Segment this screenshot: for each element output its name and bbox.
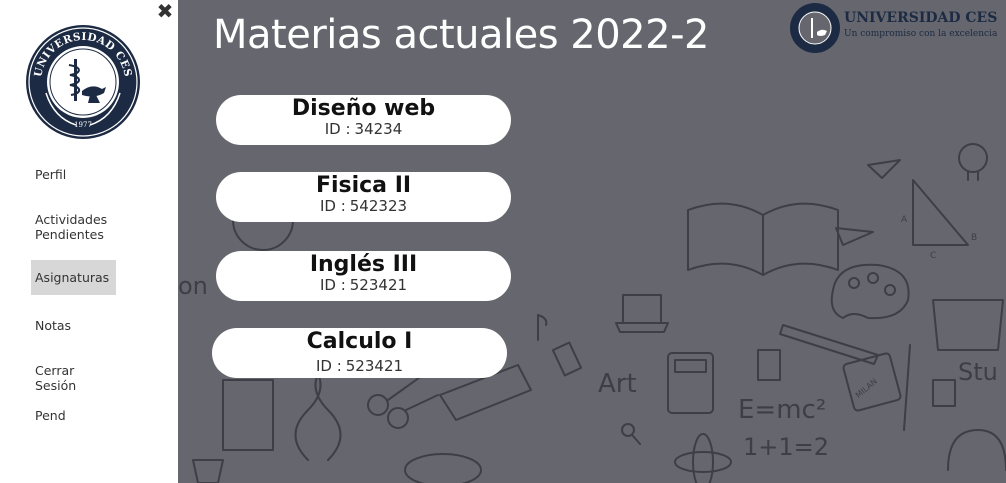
sidebar-item-notas[interactable]: Notas	[31, 315, 116, 336]
calculator-icon	[667, 352, 714, 414]
paintbrush-icon	[903, 344, 911, 431]
pencil-icon	[779, 324, 879, 365]
main-content: Art E=mc² 1+1=2 Stu on MILAN A B C Mater…	[178, 0, 1006, 483]
course-id: ID :34234	[216, 121, 511, 138]
school-doodles-background: Art E=mc² 1+1=2 Stu on MILAN A B C	[178, 143, 1006, 483]
doodle-math-text: 1+1=2	[743, 433, 829, 461]
sticky-note-icon	[932, 379, 956, 407]
doodle-formula-text: E=mc²	[738, 395, 826, 425]
book-icon	[687, 202, 839, 276]
music-note-icon	[537, 314, 548, 341]
course-card-calculo-i[interactable]: Calculo I ID :523421	[212, 328, 507, 378]
sharpener-icon	[551, 341, 583, 377]
doodle-c-text: C	[930, 251, 936, 261]
cup-icon	[192, 459, 224, 483]
doodle-milan-text: MILAN	[854, 377, 879, 400]
sidebar-item-asignaturas[interactable]: Asignaturas	[31, 260, 116, 295]
brand-seal-icon	[790, 3, 840, 53]
magnifier-icon	[621, 423, 635, 437]
course-id-label: ID :	[319, 276, 346, 294]
seal-year: 1977	[74, 121, 92, 129]
course-id-value: 34234	[354, 120, 403, 138]
course-name: Inglés III	[309, 252, 418, 277]
course-name: Calculo I	[306, 329, 413, 354]
university-seal-logo: UNIVERSIDAD CES 1977	[26, 25, 140, 139]
palette-icon	[830, 263, 910, 320]
doodle-stu-text: Stu	[958, 358, 998, 386]
scissors-icon	[367, 394, 389, 416]
close-icon[interactable]: ✖	[156, 0, 174, 23]
brand-logo: UNIVERSIDAD CES Un compromiso con la exc…	[789, 2, 997, 54]
doodle-a-text: A	[901, 215, 908, 225]
atom-icon	[674, 451, 732, 473]
sidebar-item-cerrar-sesion[interactable]: Cerrar Sesión	[31, 360, 116, 396]
course-id-label: ID :	[319, 197, 346, 215]
course-id: ID :542323	[216, 198, 511, 215]
course-id: ID :523421	[216, 277, 511, 294]
course-id-value: 542323	[349, 197, 408, 215]
page-title: Materias actuales 2022-2	[213, 12, 709, 58]
lightbulb-icon	[958, 143, 988, 173]
course-card-ingles-iii[interactable]: Inglés III ID :523421	[216, 251, 511, 301]
course-card-diseno-web[interactable]: Diseño web ID :34234	[216, 95, 511, 145]
course-id-value: 523421	[349, 276, 408, 294]
bell-icon	[947, 429, 1006, 471]
triangle-ruler-icon	[912, 179, 969, 246]
notebook-icon	[222, 379, 274, 451]
laptop-icon	[622, 294, 662, 324]
paper-plane-icon	[867, 159, 901, 179]
sidebar: ✖ UNIVERSIDAD CES 1977 Perfil Actividade…	[0, 0, 178, 483]
course-id-label: ID :	[324, 120, 351, 138]
brand-tagline: Un compromiso con la excelencia	[844, 29, 998, 39]
doodle-on-text: on	[178, 272, 208, 300]
sidebar-item-perfil[interactable]: Perfil	[31, 164, 116, 185]
course-card-fisica-ii[interactable]: Fisica II ID :542323	[216, 172, 511, 222]
eraser-icon	[757, 349, 781, 381]
bag-icon	[932, 299, 1004, 351]
sidebar-item-actividades-pendientes[interactable]: Actividades Pendientes	[31, 209, 116, 245]
sidebar-item-pend[interactable]: Pend	[31, 405, 116, 426]
football-icon	[404, 453, 482, 483]
course-id-value: 523421	[345, 357, 404, 375]
milan-eraser-icon	[842, 352, 902, 412]
brand-name: UNIVERSIDAD CES	[844, 10, 998, 26]
course-name: Fisica II	[315, 173, 412, 198]
doodle-art-text: Art	[598, 369, 637, 399]
doodle-b-text: B	[971, 233, 977, 243]
course-id: ID :523421	[212, 358, 507, 375]
course-id-label: ID :	[315, 357, 342, 375]
course-name: Diseño web	[291, 96, 436, 121]
